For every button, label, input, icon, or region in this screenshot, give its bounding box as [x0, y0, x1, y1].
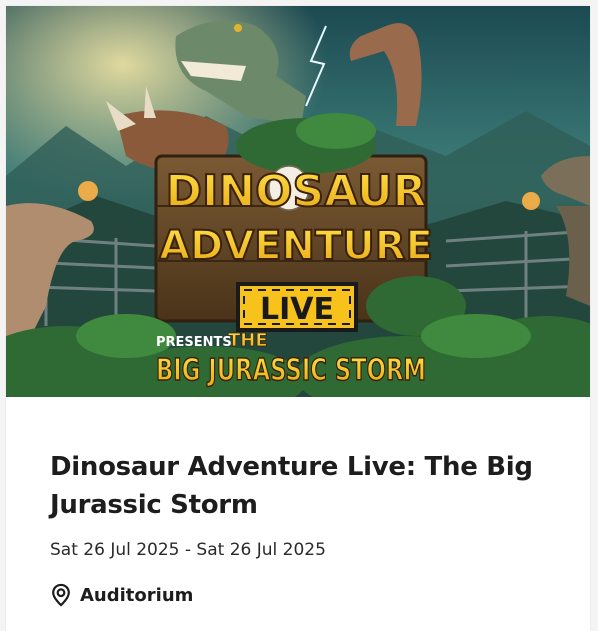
event-dates: Sat 26 Jul 2025 - Sat 26 Jul 2025 [50, 540, 326, 560]
poster-subtitle: BIG JURASSIC STORM [156, 353, 426, 388]
poster-presents: PRESENTS [156, 335, 232, 350]
event-card[interactable]: DINOSAUR ADVENTURE LIVE PRESENTS THE BIG… [6, 6, 590, 631]
poster-title-line1: DINOSAUR [165, 166, 426, 217]
location-pin-icon [52, 583, 70, 607]
venue-name: Auditorium [80, 584, 194, 606]
poster-the: THE [228, 330, 268, 351]
poster-title-line2: ADVENTURE [159, 223, 433, 269]
event-venue: Auditorium [50, 583, 193, 607]
event-title[interactable]: Dinosaur Adventure Live: The Big Jurassi… [50, 448, 550, 524]
poster-live-badge: LIVE [260, 292, 334, 327]
event-poster-image[interactable]: DINOSAUR ADVENTURE LIVE PRESENTS THE BIG… [6, 6, 590, 397]
